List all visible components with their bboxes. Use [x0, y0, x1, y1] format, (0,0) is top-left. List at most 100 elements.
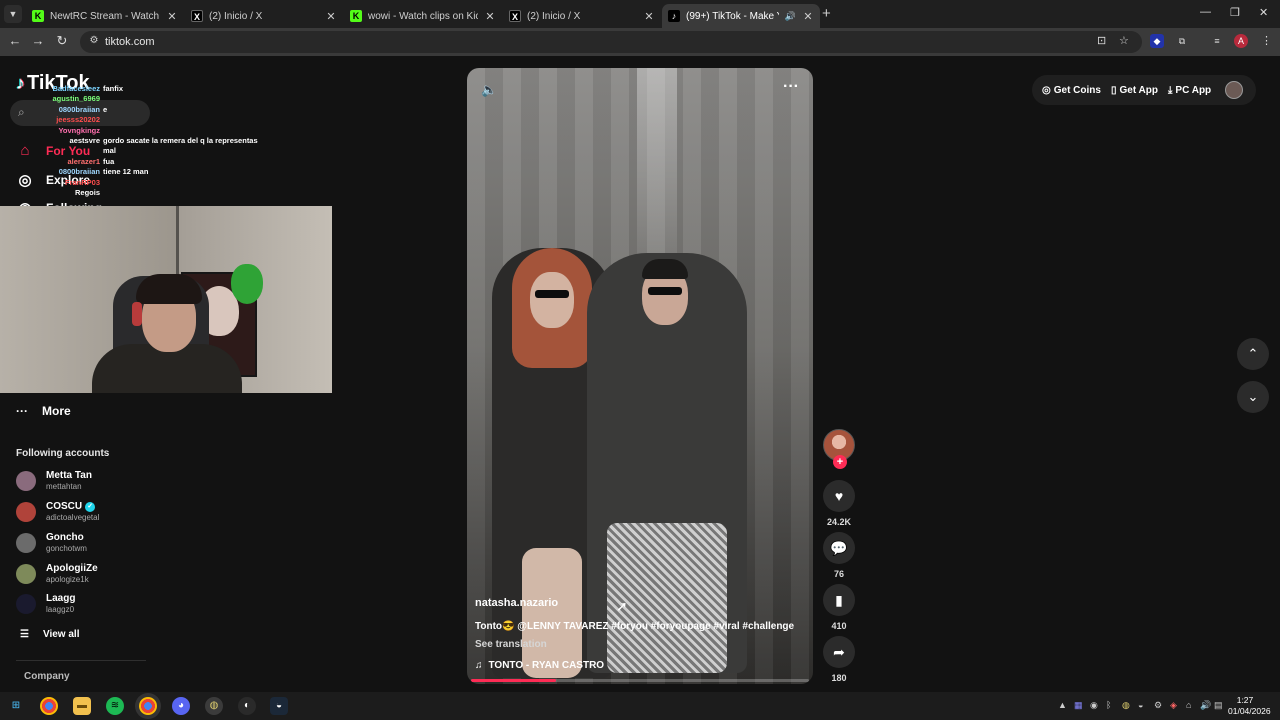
chat-message: FranRP03 [30, 178, 280, 188]
save-button[interactable]: ▮ [823, 584, 855, 616]
view-all-button[interactable]: ☰ View all [20, 629, 79, 640]
tray-app-icon[interactable]: ◍ [1122, 700, 1130, 711]
account-metta-tan[interactable]: Metta Tan mettahtan [16, 470, 92, 491]
clock-date: 01/04/2026 [1228, 706, 1271, 716]
tab-title: wowi - Watch clips on Kick [368, 10, 478, 22]
close-tab-icon[interactable]: ✕ [802, 10, 814, 23]
tray-steam-icon[interactable]: ◒ [1138, 700, 1143, 710]
forward-icon[interactable]: → [30, 33, 46, 48]
following-accounts-title: Following accounts [16, 448, 110, 459]
steam-icon[interactable]: ◒ [270, 697, 288, 715]
video-progress-bar[interactable] [471, 679, 809, 682]
tab-x-1[interactable]: X (2) Inicio / X ✕ [185, 4, 343, 28]
get-coins-button[interactable]: ◎ Get Coins [1042, 85, 1101, 96]
like-button[interactable]: ♥ [823, 480, 855, 512]
video-player[interactable]: 🔈 ··· natasha.nazario Tonto😎 @LENNY TAVA… [467, 68, 813, 684]
windows-taskbar: ⊞ ▬ ≋ ◕ ◍ ◐ ◒ ▲ ▦ ◉ ᛒ ◍ ◒ ⚙ ◈ ⌂ 🔊 ▤ 1:27… [0, 692, 1280, 720]
discord-icon[interactable]: ◕ [172, 697, 190, 715]
tab-title: (99+) TikTok - Make Your Da [686, 10, 779, 22]
tab-kick-clips[interactable]: K wowi - Watch clips on Kick ✕ [344, 4, 502, 28]
bookmark-star-icon[interactable]: ☆ [1119, 34, 1129, 47]
reload-icon[interactable]: ↻ [54, 33, 70, 49]
media-control-icon[interactable]: ≡ [1210, 34, 1224, 48]
chat-username: Badfacesleez [52, 84, 100, 93]
account-name: Laagg [46, 593, 76, 604]
chat-username: agustin_6969 [52, 94, 100, 104]
start-icon[interactable]: ⊞ [7, 697, 25, 715]
account-goncho[interactable]: Goncho gonchotwm [16, 532, 87, 553]
obs-icon[interactable]: ◐ [238, 697, 256, 715]
follow-plus-icon[interactable]: + [833, 455, 847, 469]
tab-search-button[interactable]: ▼ [4, 5, 22, 23]
tab-kick-stream[interactable]: K NewtRC Stream - Watch Live o ✕ [26, 4, 184, 28]
menu-kebab-icon[interactable]: ⋮ [1261, 34, 1272, 47]
install-app-icon[interactable]: ⊡ [1097, 34, 1106, 47]
tab-x-2[interactable]: X (2) Inicio / X ✕ [503, 4, 661, 28]
user-avatar[interactable] [1225, 81, 1244, 99]
account-coscu[interactable]: COSCU ✓ adictoalvegetal [16, 501, 99, 522]
tray-app-icon[interactable]: ◉ [1090, 700, 1098, 711]
verified-badge-icon: ✓ [85, 501, 96, 512]
tray-app-icon[interactable]: ◈ [1170, 700, 1177, 711]
next-video-button[interactable]: ⌄ [1237, 381, 1269, 413]
comment-button[interactable]: 💬 [823, 532, 855, 564]
chat-username: 0800braiian [58, 167, 100, 177]
new-tab-button[interactable]: + [822, 5, 831, 22]
comment-icon: 💬 [830, 540, 848, 556]
video-music[interactable]: ♫ TONTO - RYAN CASTRO [475, 660, 604, 671]
close-window-icon[interactable]: ✕ [1259, 6, 1268, 19]
minimize-icon[interactable]: — [1200, 6, 1211, 18]
spotify-icon[interactable]: ≋ [106, 697, 124, 715]
close-tab-icon[interactable]: ✕ [166, 10, 178, 23]
chat-username: 0800braiian [58, 104, 100, 114]
extension-shield-icon[interactable]: ◆ [1150, 34, 1164, 48]
back-icon[interactable]: ← [7, 33, 23, 48]
previous-video-button[interactable]: ⌃ [1237, 338, 1269, 370]
tray-bluetooth-icon[interactable]: ᛒ [1106, 700, 1111, 710]
company-link[interactable]: Company [24, 671, 70, 682]
tab-tiktok[interactable]: ♪ (99+) TikTok - Make Your Da 🔊 ✕ [662, 4, 820, 28]
chat-message: agustin_6969 [30, 94, 280, 104]
url-field[interactable]: ⚙ tiktok.com [80, 31, 1142, 53]
video-person-right [587, 253, 747, 673]
restore-icon[interactable]: ❐ [1230, 6, 1240, 19]
account-laagg[interactable]: Laagg laaggz0 [16, 593, 75, 614]
volume-icon[interactable]: 🔈 [481, 82, 497, 98]
profile-avatar-icon[interactable]: A [1234, 34, 1248, 48]
volume-tray-icon[interactable]: 🔊 [1200, 700, 1211, 711]
language-icon[interactable]: ▤ [1214, 700, 1223, 711]
video-more-icon[interactable]: ··· [783, 78, 799, 96]
chrome-icon[interactable] [40, 697, 58, 715]
extensions-puzzle-icon[interactable]: ⧉ [1175, 34, 1189, 48]
sidebar-divider [16, 660, 146, 661]
share-button[interactable]: ➦ [823, 636, 855, 668]
network-icon[interactable]: ⌂ [1186, 700, 1191, 710]
chat-message: jeesss20202 [30, 115, 280, 125]
close-tab-icon[interactable]: ✕ [484, 10, 496, 23]
kick-icon: K [350, 10, 362, 22]
see-translation-link[interactable]: See translation [475, 639, 547, 650]
tray-nvidia-icon[interactable]: ▲ [1058, 700, 1067, 710]
files-icon[interactable]: ▬ [73, 697, 91, 715]
get-app-button[interactable]: ▯ Get App [1111, 85, 1158, 96]
close-tab-icon[interactable]: ✕ [643, 10, 655, 23]
app-icon[interactable]: ◍ [205, 697, 223, 715]
pc-app-button[interactable]: ⤓ PC App [1168, 85, 1211, 96]
video-author[interactable]: natasha.nazario [475, 597, 558, 609]
account-apologiize[interactable]: ApologiiZe apologize1k [16, 563, 98, 584]
pc-app-label: PC App [1175, 84, 1212, 96]
chat-message: Badfacesleez fanfix [30, 84, 280, 94]
tray-app-icon[interactable]: ▦ [1074, 700, 1083, 711]
nav-more[interactable]: ··· More [16, 404, 71, 418]
chat-username: jeesss20202 [56, 115, 100, 125]
account-handle: gonchotwm [46, 544, 87, 553]
tray-app-icon[interactable]: ⚙ [1154, 700, 1162, 711]
site-info-icon[interactable]: ⚙ [88, 35, 100, 47]
system-clock[interactable]: 1:27 01/04/2026 [1228, 695, 1271, 717]
get-coins-label: Get Coins [1053, 84, 1101, 96]
close-tab-icon[interactable]: ✕ [325, 10, 337, 23]
chrome-active-icon[interactable] [139, 697, 157, 715]
avatar [16, 593, 36, 614]
music-note-icon: ♫ [475, 660, 483, 671]
speaker-icon[interactable]: 🔊 [785, 11, 796, 22]
